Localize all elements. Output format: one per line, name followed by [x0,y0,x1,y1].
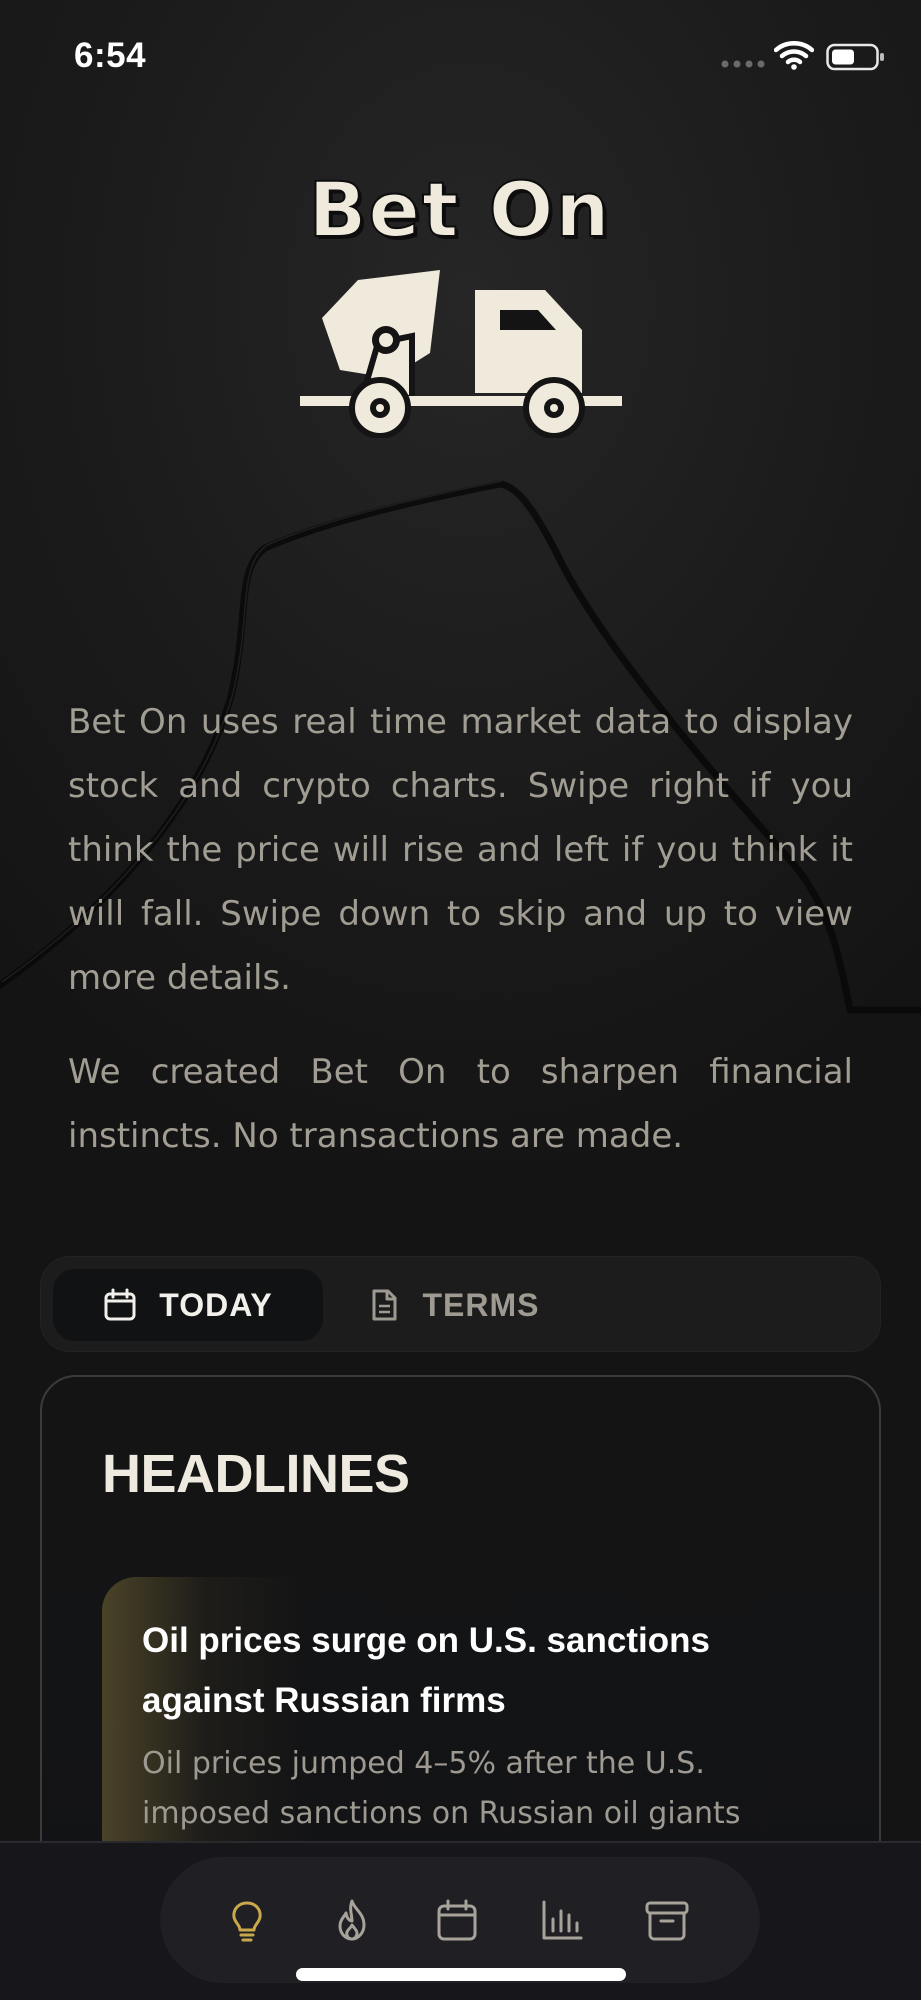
flame-icon [338,1899,366,1941]
tab-terms[interactable]: TERMS [323,1269,583,1341]
screen: 6:54 Bet On Bet On uses real time market… [0,0,921,2000]
app-logo: Bet On [280,165,640,450]
wifi-icon [774,41,814,70]
tab-label: TODAY [159,1286,273,1323]
description-paragraph: Bet On uses real time market data to dis… [68,702,853,998]
news-title: Oil prices surge on U.S. sanctions again… [142,1621,710,1720]
nav-calendar-button[interactable] [422,1885,492,1955]
home-indicator[interactable] [296,1968,626,1981]
nav-stats-button[interactable] [527,1885,597,1955]
app-description: Bet On uses real time market data to dis… [68,690,853,1198]
status-bar: 6:54 [0,0,921,110]
calendar-icon [437,1899,477,1941]
nav-pill [160,1857,760,1983]
status-time: 6:54 [74,36,147,75]
document-icon [372,1289,396,1321]
calendar-icon [104,1288,136,1321]
archive-icon [645,1901,689,1941]
nav-insights-button[interactable] [212,1885,282,1955]
logo-title: Bet On [308,165,612,254]
segmented-tabs: TODAY TERMS [40,1256,881,1352]
cellular-signal-icon [721,60,765,68]
bar-chart-icon [542,1900,583,1940]
nav-trending-button[interactable] [317,1885,387,1955]
lightbulb-icon [232,1901,262,1942]
nav-archive-button[interactable] [632,1885,702,1955]
description-paragraph: We created Bet On to sharpen financial i… [68,1052,853,1156]
cement-mixer-truck-icon [300,270,622,438]
battery-icon [826,43,884,71]
headlines-title: HEADLINES [102,1444,410,1504]
tab-today[interactable]: TODAY [53,1269,323,1341]
news-summary: Oil prices jumped 4–5% after the U.S. im… [142,1746,741,1831]
tab-label: TERMS [422,1286,540,1323]
